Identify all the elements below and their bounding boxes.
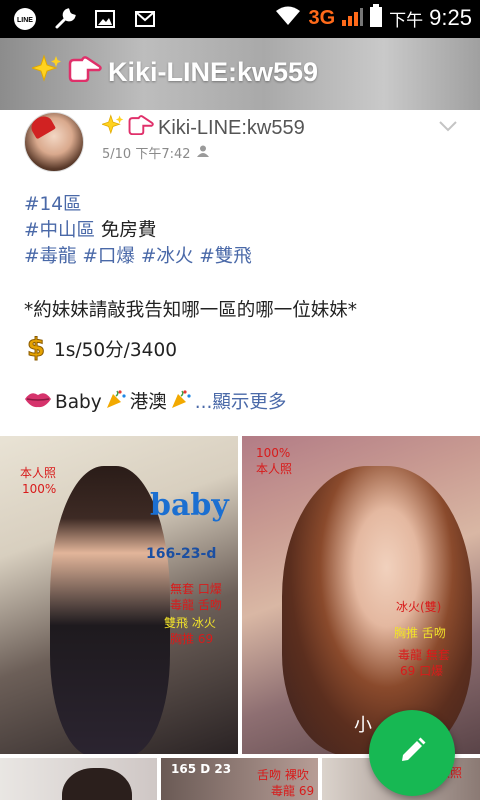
- person-icon: [196, 145, 209, 161]
- photo-tile[interactable]: [0, 758, 157, 800]
- svg-text:$: $: [27, 333, 45, 361]
- post-text: Baby: [55, 392, 102, 413]
- photo-badge-text: 100%: [22, 482, 57, 496]
- hashtag-link[interactable]: #口爆: [82, 246, 135, 267]
- post-price-line: $ 1s/50分/3400: [24, 333, 464, 364]
- post-header: Kiki-LINE:kw559: [0, 38, 480, 110]
- sparkles-icon: [30, 54, 62, 91]
- post-card: Kiki-LINE:kw559 5/10 下午7:42 #14區 #中山區 免房…: [0, 110, 480, 800]
- post-body: #14區 #中山區 免房費 #毒龍 #口爆 #冰火 #雙飛 *約妹妹請敲我告知哪…: [24, 192, 464, 416]
- header-title-text: Kiki-LINE:kw559: [108, 57, 319, 87]
- photo-service-text: 毒龍 無套: [398, 648, 450, 662]
- photo-service-text: 胸推 舌吻: [394, 626, 446, 640]
- photo-service-text: 69 口爆: [400, 664, 444, 678]
- photo-code-label: 165 D 23: [171, 762, 232, 776]
- chevron-down-icon[interactable]: [438, 118, 458, 132]
- pencil-icon: [396, 735, 428, 771]
- party-popper-icon: [170, 388, 192, 418]
- wifi-icon: [274, 5, 302, 31]
- clock-time: 9:25: [429, 5, 472, 30]
- photo-service-text: 無套 口爆: [170, 582, 222, 596]
- photo-badge-text: 本人照: [20, 466, 57, 480]
- photo-service-text: 毒龍 69: [271, 784, 315, 798]
- post-line-baby: Baby 港澳 ...顯示更多: [24, 390, 464, 416]
- photo-grid: 本人照 100% baby 166-23-d 無套 口爆 毒龍 舌吻 雙飛 冰火…: [0, 436, 480, 800]
- photo-service-text: 冰火(雙): [396, 600, 442, 614]
- clock-ampm: 下午: [389, 10, 424, 31]
- post-line-1: #14區: [24, 192, 464, 218]
- post-text: 免房費: [95, 220, 157, 241]
- photo-service-text: 胸推 69: [170, 632, 214, 646]
- photo-figure: [282, 466, 472, 754]
- photo-service-text: 雙飛 冰火: [164, 616, 216, 630]
- network-type-label: 3G: [308, 6, 336, 29]
- photo-tile[interactable]: 本人照 100% baby 166-23-d 無套 口爆 毒龍 舌吻 雙飛 冰火…: [0, 436, 238, 754]
- post-price: 1s/50分/3400: [54, 340, 177, 361]
- compose-button[interactable]: [369, 710, 455, 796]
- sparkles-icon: [100, 114, 124, 142]
- status-bar: LINE 3G 下午 9:25: [0, 0, 480, 38]
- hashtag-link[interactable]: #雙飛: [199, 246, 252, 267]
- photo-figure: [62, 768, 132, 800]
- image-icon: [92, 6, 118, 32]
- pointing-finger-icon: [68, 56, 102, 89]
- photo-tile[interactable]: 100% 本人照 冰火(雙) 胸推 舌吻 毒龍 無套 69 口爆 小: [242, 436, 480, 754]
- photo-badge-text: 100%: [256, 446, 291, 460]
- status-system-indicators: 3G 下午 9:25: [274, 4, 472, 32]
- post-text: 港澳: [129, 392, 167, 413]
- battery-icon: [369, 4, 383, 32]
- hashtag-link[interactable]: #中山區: [24, 220, 95, 241]
- post-line-3: #毒龍 #口爆 #冰火 #雙飛: [24, 244, 464, 270]
- photo-tile[interactable]: 165 D 23 舌吻 裸吹 毒龍 69: [161, 758, 318, 800]
- photo-name-label: baby: [150, 488, 229, 523]
- post-author-name: Kiki-LINE:kw559: [158, 116, 305, 139]
- photo-service-text: 舌吻 裸吹: [257, 768, 309, 782]
- photo-service-text: 毒龍 舌吻: [170, 598, 222, 612]
- hashtag-link[interactable]: #14區: [24, 194, 82, 215]
- show-more-link[interactable]: ...顯示更多: [195, 390, 287, 416]
- status-notification-icons: LINE: [12, 6, 158, 32]
- hashtag-link[interactable]: #冰火: [141, 246, 194, 267]
- signal-icon: [341, 5, 364, 31]
- hashtag-link[interactable]: #毒龍: [24, 246, 77, 267]
- dollar-sign-icon: $: [24, 333, 48, 369]
- lips-icon: [24, 389, 52, 417]
- avatar[interactable]: [24, 112, 84, 172]
- party-popper-icon: [105, 388, 127, 418]
- line-icon: LINE: [12, 6, 38, 32]
- gmail-icon: [132, 6, 158, 32]
- wrench-icon: [52, 6, 78, 32]
- post-notice: *約妹妹請敲我告知哪一區的哪一位妹妹*: [24, 300, 358, 321]
- post-author[interactable]: Kiki-LINE:kw559: [100, 114, 305, 142]
- svg-text:LINE: LINE: [17, 17, 33, 24]
- photo-badge-text: 本人照: [256, 462, 293, 476]
- post-line-2: #中山區 免房費: [24, 218, 464, 244]
- photo-code-label: 166-23-d: [146, 546, 217, 562]
- photo-name-label: 小: [354, 715, 372, 736]
- post-timestamp: 5/10 下午7:42: [102, 147, 191, 162]
- post-meta: 5/10 下午7:42: [102, 143, 209, 162]
- header-title: Kiki-LINE:kw559: [30, 54, 319, 91]
- pointing-finger-icon: [128, 115, 154, 141]
- avatar-hat-decoration: [27, 113, 57, 140]
